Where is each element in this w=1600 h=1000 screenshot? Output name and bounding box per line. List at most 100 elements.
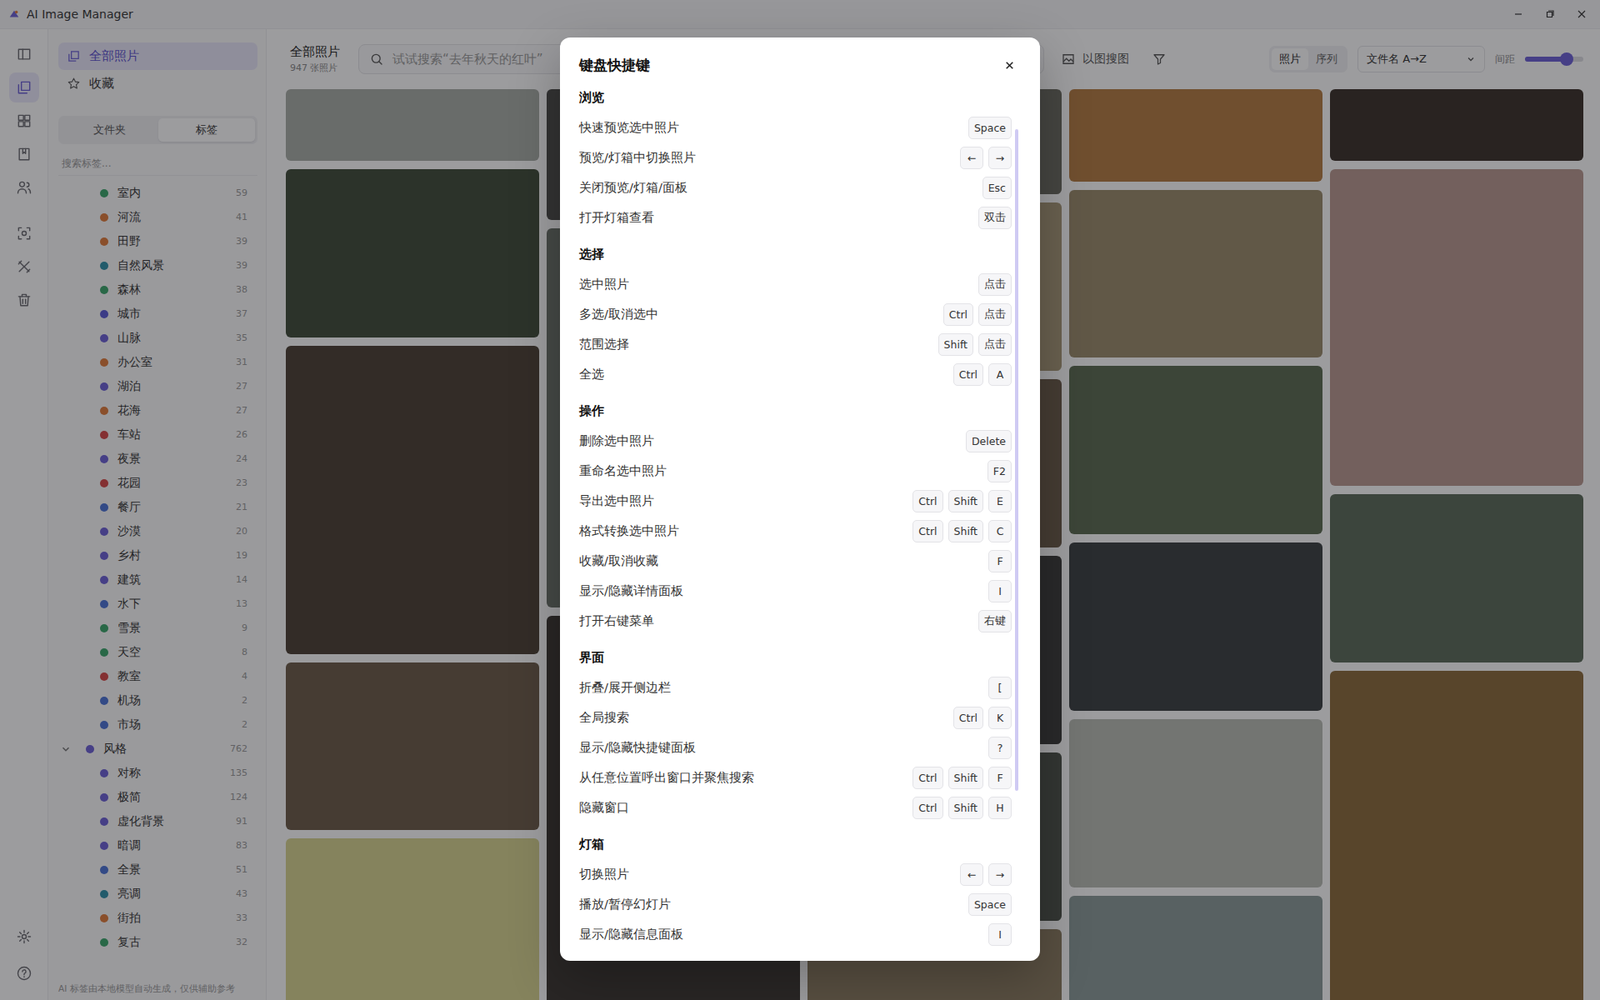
shortcut-row: 快速预览选中照片 Space — [579, 112, 1012, 143]
key-cap: Ctrl — [953, 706, 984, 730]
shortcut-label: 删除选中照片 — [579, 433, 655, 450]
key-cap: Ctrl — [912, 520, 943, 543]
key-cap: K — [988, 706, 1012, 730]
key-cap: H — [988, 796, 1012, 820]
shortcut-row: 显示/隐藏详情面板 I — [579, 575, 1012, 606]
shortcut-row: 预览/灯箱中切换照片 ←→ — [579, 142, 1012, 173]
key-cap: Shift — [948, 796, 984, 820]
key-cap: Shift — [948, 766, 984, 790]
shortcut-label: 全选 — [579, 366, 605, 383]
shortcut-label: 显示/隐藏信息面板 — [579, 926, 684, 943]
shortcut-label: 选中照片 — [579, 276, 630, 293]
key-cap: Ctrl — [912, 766, 943, 790]
shortcut-row: 打开右键菜单 右键 — [579, 605, 1012, 636]
key-cap: ← — [960, 863, 984, 886]
shortcut-label: 范围选择 — [579, 336, 630, 353]
shortcut-label: 重命名选中照片 — [579, 463, 667, 480]
key-cap: Space — [968, 116, 1012, 140]
key-cap: C — [988, 520, 1012, 543]
shortcut-row: 关闭预览/灯箱/面板Esc — [579, 172, 1012, 203]
key-cap: → — [988, 146, 1012, 170]
dialog-scrollbar[interactable] — [1015, 129, 1019, 936]
shortcut-row: 显示/隐藏快捷键面板? — [579, 732, 1012, 763]
scrollbar-thumb[interactable] — [1015, 129, 1019, 791]
key-cap: Shift — [948, 520, 984, 543]
shortcut-label: 关闭预览/灯箱/面板 — [579, 180, 688, 196]
shortcut-row: 折叠/展开侧边栏 [ — [579, 672, 1012, 703]
key-cap: Ctrl — [953, 363, 984, 386]
section-title: 灯箱 — [579, 829, 1012, 860]
dialog-title: 键盘快捷键 — [579, 54, 650, 76]
shortcut-label: 隐藏窗口 — [579, 800, 630, 816]
shortcut-label: 打开右键菜单 — [579, 613, 655, 630]
shortcut-row: 全选 CtrlA — [579, 359, 1012, 390]
shortcut-row: 选中照片 点击 — [579, 269, 1012, 300]
key-cap: Shift — [938, 333, 974, 356]
shortcut-row: 重命名选中照片 F2 — [579, 455, 1012, 486]
key-cap: Ctrl — [912, 796, 943, 820]
shortcut-row: 从任意位置呼出窗口并聚焦搜索 CtrlShiftF — [579, 762, 1012, 793]
section-title: 选择 — [579, 239, 1012, 270]
key-cap: Ctrl — [912, 490, 943, 513]
shortcut-label: 导出选中照片 — [579, 493, 655, 510]
shortcut-list: 浏览快速预览选中照片Space预览/灯箱中切换照片←→关闭预览/灯箱/面板Esc… — [560, 75, 1040, 950]
shortcut-row: 范围选择 Shift点击 — [579, 329, 1012, 360]
key-cap: 点击 — [978, 273, 1012, 296]
key-cap: F — [988, 550, 1012, 573]
dialog-close-button[interactable] — [998, 54, 1020, 76]
shortcut-label: 全局搜索 — [579, 710, 630, 726]
key-cap: [ — [988, 676, 1012, 700]
key-cap: 右键 — [978, 610, 1012, 633]
key-cap: ? — [988, 736, 1012, 760]
shortcut-section: 界面折叠/展开侧边栏[全局搜索CtrlK显示/隐藏快捷键面板?从任意位置呼出窗口… — [579, 642, 1012, 823]
shortcut-row: 多选/取消选中 Ctrl点击 — [579, 299, 1012, 330]
shortcut-label: 切换照片 — [579, 866, 630, 883]
key-cap: ← — [960, 146, 984, 170]
key-cap: Space — [968, 893, 1012, 916]
shortcut-row: 显示/隐藏信息面板 I — [579, 919, 1012, 950]
shortcut-label: 格式转换选中照片 — [579, 523, 680, 540]
key-cap: 点击 — [978, 303, 1012, 326]
shortcuts-dialog: 键盘快捷键浏览快速预览选中照片Space预览/灯箱中切换照片←→关闭预览/灯箱/… — [560, 37, 1040, 961]
section-title: 界面 — [579, 642, 1012, 673]
shortcut-label: 收藏/取消收藏 — [579, 553, 659, 570]
shortcut-row: 播放/暂停幻灯片 Space — [579, 889, 1012, 920]
shortcut-row: 全局搜索 CtrlK — [579, 702, 1012, 733]
key-cap: → — [988, 863, 1012, 886]
shortcut-row: 打开灯箱查看 双击 — [579, 202, 1012, 233]
shortcut-section: 选择选中照片点击多选/取消选中Ctrl点击范围选择Shift点击全选CtrlA — [579, 239, 1012, 390]
shortcut-label: 播放/暂停幻灯片 — [579, 896, 671, 913]
key-cap: 点击 — [978, 333, 1012, 356]
key-cap: F2 — [987, 460, 1012, 483]
shortcut-label: 显示/隐藏详情面板 — [579, 583, 684, 600]
shortcut-row: 删除选中照片 Delete — [579, 425, 1012, 456]
shortcut-label: 显示/隐藏快捷键面板 — [579, 740, 696, 756]
key-cap: F — [988, 766, 1012, 790]
key-cap: 双击 — [978, 206, 1012, 230]
key-cap: Delete — [965, 430, 1012, 453]
app-window: AI Image Manager全部照片收藏文件夹标签搜索标签...室内59河流… — [0, 0, 1600, 1000]
shortcut-row: 收藏/取消收藏 F — [579, 545, 1012, 576]
shortcut-row: 导出选中照片 CtrlShiftE — [579, 485, 1012, 516]
shortcut-row: 隐藏窗口 CtrlShiftH — [579, 792, 1012, 823]
shortcut-section: 灯箱切换照片 ←→ 播放/暂停幻灯片 Space 显示/隐藏信息面板 I — [579, 829, 1012, 950]
shortcut-label: 打开灯箱查看 — [579, 210, 655, 226]
shortcut-label: 从任意位置呼出窗口并聚焦搜索 — [579, 770, 755, 786]
shortcut-label: 快速预览选中照片 — [579, 120, 680, 136]
shortcut-section: 操作删除选中照片Delete重命名选中照片F2导出选中照片CtrlShiftE格… — [579, 395, 1012, 636]
key-cap: E — [988, 490, 1012, 513]
key-cap: Shift — [948, 490, 984, 513]
section-title: 操作 — [579, 395, 1012, 426]
key-cap: A — [988, 363, 1012, 386]
shortcut-row: 格式转换选中照片 CtrlShiftC — [579, 515, 1012, 546]
key-cap: Ctrl — [943, 303, 974, 326]
close-icon — [1004, 60, 1015, 71]
shortcut-label: 折叠/展开侧边栏 — [579, 680, 671, 696]
shortcut-label: 多选/取消选中 — [579, 306, 659, 323]
shortcut-section: 浏览快速预览选中照片 Space 预览/灯箱中切换照片 ←→关闭预览/灯箱/面板Esc… — [579, 82, 1012, 233]
key-cap: I — [988, 580, 1012, 603]
key-cap: I — [988, 923, 1012, 946]
shortcut-row: 切换照片 ←→ — [579, 859, 1012, 890]
shortcut-label: 预览/灯箱中切换照片 — [579, 150, 696, 166]
section-title: 浏览 — [579, 82, 1012, 113]
